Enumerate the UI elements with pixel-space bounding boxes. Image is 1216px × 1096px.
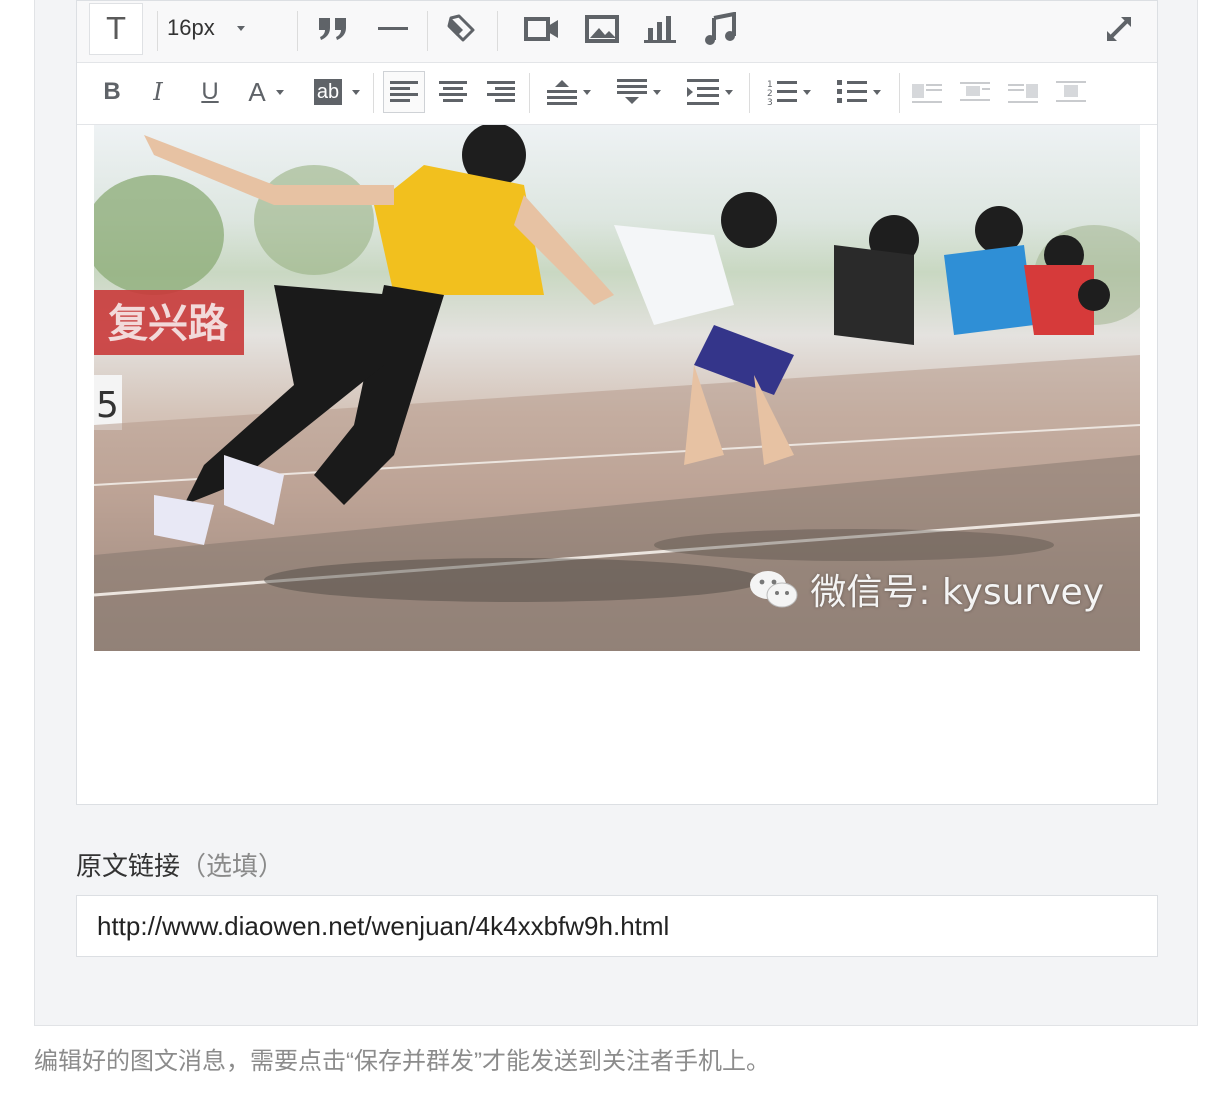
format-painter-icon[interactable] [441, 11, 481, 47]
chevron-down-icon [275, 89, 284, 95]
wechat-icon [750, 571, 798, 608]
image-float-right-button[interactable] [1005, 73, 1041, 111]
editor-content[interactable]: 复兴路 5 微信号: kysurvey [77, 125, 1157, 805]
underline-button[interactable]: U [195, 75, 225, 109]
font-size-select[interactable]: 16px [167, 13, 245, 43]
toolbar-divider [529, 73, 530, 113]
unordered-list-button[interactable] [831, 73, 887, 111]
align-left-button[interactable] [383, 71, 425, 113]
banner-text: 复兴路 [108, 301, 229, 347]
toolbar-divider [427, 11, 428, 51]
source-link-input[interactable]: http://www.diaowen.net/wenjuan/4k4xxbfw9… [76, 895, 1158, 957]
toolbar-divider [157, 11, 158, 51]
toolbar-row-2: B I U A ab 1 2 3 [77, 63, 1157, 125]
chevron-down-icon [653, 89, 661, 95]
image-center-button[interactable] [1053, 73, 1089, 111]
chart-icon[interactable] [641, 13, 679, 45]
music-icon[interactable] [701, 11, 739, 47]
chevron-down-icon [352, 89, 361, 95]
align-right-button[interactable] [481, 71, 521, 113]
toolbar-divider [373, 73, 374, 113]
image-float-none-button[interactable] [957, 73, 993, 111]
toolbar-divider [899, 73, 900, 113]
watermark-text: 微信号: kysurvey [810, 572, 1104, 613]
chevron-down-icon [236, 25, 245, 31]
chevron-down-icon [583, 89, 591, 95]
svg-text:3: 3 [767, 98, 773, 106]
toolbar-divider [497, 11, 498, 51]
source-link-label: 原文链接（选填） [76, 846, 284, 883]
align-center-button[interactable] [433, 71, 473, 113]
image-icon[interactable] [583, 13, 621, 45]
image-float-left-button[interactable] [909, 73, 945, 111]
source-link-title: 原文链接 [76, 851, 181, 881]
font-style-button[interactable]: T [89, 3, 143, 55]
toolbar-divider [749, 73, 750, 113]
ordered-list-button[interactable]: 123 [761, 73, 817, 111]
highlight-label: ab [313, 79, 343, 105]
photo-watermark: 微信号: kysurvey [748, 563, 1104, 615]
toolbar-divider [297, 11, 298, 51]
video-icon[interactable] [523, 13, 561, 45]
source-link-value: http://www.diaowen.net/wenjuan/4k4xxbfw9… [97, 910, 670, 941]
font-color-label: A [248, 76, 266, 107]
italic-button[interactable]: I [143, 75, 173, 109]
toolbar-row-1: T 16px [77, 1, 1157, 63]
line-spacing-before-button[interactable] [541, 73, 597, 111]
font-color-button[interactable]: A [237, 75, 295, 109]
highlight-button[interactable]: ab [307, 75, 367, 109]
publish-hint: 编辑好的图文消息，需要点击“保存并群发”才能发送到关注者手机上。 [34, 1048, 770, 1075]
line-spacing-after-button[interactable] [611, 73, 667, 111]
font-size-value: 16px [167, 15, 215, 40]
quote-icon[interactable] [313, 13, 353, 45]
chevron-down-icon [803, 89, 811, 95]
bold-button[interactable]: B [97, 75, 127, 109]
horizontal-rule-icon[interactable] [373, 13, 413, 45]
inserted-photo[interactable]: 复兴路 5 微信号: kysurvey [94, 125, 1140, 651]
indent-button[interactable] [681, 73, 739, 111]
optional-note: （选填） [180, 851, 285, 881]
chevron-down-icon [725, 89, 733, 95]
rich-text-editor: T 16px B I U A ab 1 2 3 复兴路 5 微信号: kysur… [76, 0, 1158, 805]
fullscreen-icon[interactable] [1101, 13, 1137, 45]
lane-number: 5 [96, 385, 119, 426]
chevron-down-icon [873, 89, 881, 95]
